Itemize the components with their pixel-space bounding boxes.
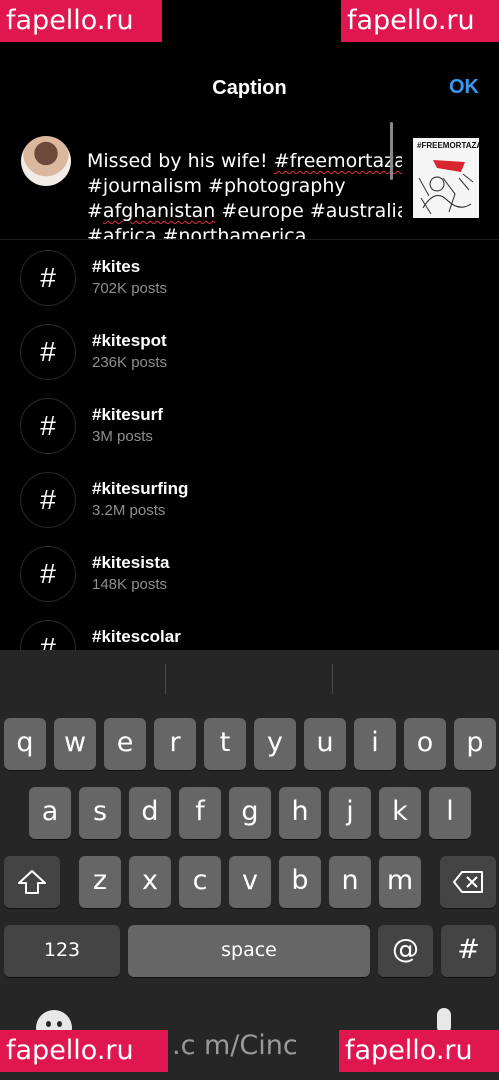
key-h[interactable]: h xyxy=(279,787,321,839)
watermark-bottom-right: fapello.ru xyxy=(339,1030,499,1072)
key-t[interactable]: t xyxy=(204,718,246,770)
list-item[interactable]: # #kites 702K posts xyxy=(0,240,499,314)
key-m[interactable]: m xyxy=(379,856,421,908)
predictive-bar xyxy=(0,650,499,700)
caption-line: #africa #northamerica xyxy=(87,224,402,240)
key-l[interactable]: l xyxy=(429,787,471,839)
hashtag-name: #kitespot xyxy=(92,331,167,350)
hashtag-icon: # xyxy=(20,250,76,306)
hashtag-name: #kitesurfing xyxy=(92,479,189,498)
watermark-top-left: fapello.ru xyxy=(0,0,162,42)
key-k[interactable]: k xyxy=(379,787,421,839)
caption-line: #journalism #photography xyxy=(87,174,402,199)
list-item[interactable]: # #kitesista 148K posts xyxy=(0,536,499,610)
hashtag-suggestions: # #kites 702K posts # #kitespot 236K pos… xyxy=(0,240,499,650)
key-j[interactable]: j xyxy=(329,787,371,839)
list-item[interactable]: # #kitescolar xyxy=(0,610,499,650)
caption-text-segment: #europe #australia xyxy=(215,200,402,222)
space-key[interactable]: space xyxy=(128,925,370,977)
shift-key[interactable] xyxy=(4,856,60,908)
shift-icon xyxy=(18,870,46,894)
hashtag-icon: # xyxy=(20,472,76,528)
key-p[interactable]: p xyxy=(454,718,496,770)
caption-misspelled-segment: afghanistan xyxy=(102,200,216,222)
keyboard: q w e r t y u i o p a s d f g h j k l z … xyxy=(0,650,499,1080)
hashtag-name: #kitesurf xyxy=(92,405,163,424)
predictive-divider xyxy=(165,664,166,694)
key-v[interactable]: v xyxy=(229,856,271,908)
caption-text-segment: #journalism #photography xyxy=(87,175,346,197)
numbers-key[interactable]: 123 xyxy=(4,925,120,977)
at-key[interactable]: @ xyxy=(378,925,433,977)
list-item[interactable]: # #kitespot 236K posts xyxy=(0,314,499,388)
hashtag-post-count: 702K posts xyxy=(92,280,168,297)
hashtag-icon: # xyxy=(20,620,76,650)
caption-text-segment: Missed by his wife! xyxy=(87,150,274,172)
page-title: Caption xyxy=(212,77,287,99)
post-thumbnail: #FREEMORTAZA xyxy=(413,138,479,218)
caption-line: Missed by his wife! #freemortaza xyxy=(87,149,402,174)
hashtag-post-count: 148K posts xyxy=(92,576,168,593)
key-q[interactable]: q xyxy=(4,718,46,770)
caption-text-segment: # xyxy=(87,200,103,222)
hashtag-name: #kites xyxy=(92,257,141,276)
key-n[interactable]: n xyxy=(329,856,371,908)
list-item[interactable]: # #kitesurf 3M posts xyxy=(0,388,499,462)
backspace-icon xyxy=(453,871,483,893)
key-r[interactable]: r xyxy=(154,718,196,770)
key-w[interactable]: w xyxy=(54,718,96,770)
predictive-divider xyxy=(332,664,333,694)
caption-scrollbar[interactable] xyxy=(390,122,393,180)
hashtag-icon: # xyxy=(20,546,76,602)
key-g[interactable]: g xyxy=(229,787,271,839)
list-item[interactable]: # #kitesurfing 3.2M posts xyxy=(0,462,499,536)
hashtag-post-count: 3M posts xyxy=(92,428,153,445)
hashtag-icon: # xyxy=(20,398,76,454)
key-s[interactable]: s xyxy=(79,787,121,839)
hashtag-post-count: 3.2M posts xyxy=(92,502,166,519)
key-c[interactable]: c xyxy=(179,856,221,908)
caption-misspelled-segment: #freemortaza xyxy=(273,150,402,172)
key-d[interactable]: d xyxy=(129,787,171,839)
avatar xyxy=(21,136,71,186)
key-y[interactable]: y xyxy=(254,718,296,770)
key-x[interactable]: x xyxy=(129,856,171,908)
caption-composer: Missed by his wife! #freemortaza #journa… xyxy=(0,118,499,240)
key-o[interactable]: o xyxy=(404,718,446,770)
key-z[interactable]: z xyxy=(79,856,121,908)
hash-key[interactable]: # xyxy=(441,925,496,977)
hashtag-post-count: 236K posts xyxy=(92,354,168,371)
key-a[interactable]: a xyxy=(29,787,71,839)
key-f[interactable]: f xyxy=(179,787,221,839)
key-e[interactable]: e xyxy=(104,718,146,770)
key-u[interactable]: u xyxy=(304,718,346,770)
watermark-bottom-left: fapello.ru xyxy=(0,1030,168,1072)
hashtag-name: #kitescolar xyxy=(92,627,181,646)
watermark-url: .c m/Cinc xyxy=(172,1030,298,1061)
delete-key[interactable] xyxy=(440,856,496,908)
caption-header: Caption OK xyxy=(0,60,499,118)
ok-button[interactable]: OK xyxy=(449,76,479,99)
watermark-top-right: fapello.ru xyxy=(341,0,499,42)
key-i[interactable]: i xyxy=(354,718,396,770)
thumbnail-illustration xyxy=(418,160,474,215)
key-b[interactable]: b xyxy=(279,856,321,908)
hashtag-name: #kitesista xyxy=(92,553,170,572)
caption-input[interactable]: Missed by his wife! #freemortaza #journa… xyxy=(87,149,402,240)
caption-text-segment: #africa #northamerica xyxy=(87,225,307,240)
hashtag-icon: # xyxy=(20,324,76,380)
caption-line: #afghanistan #europe #australia xyxy=(87,199,402,224)
